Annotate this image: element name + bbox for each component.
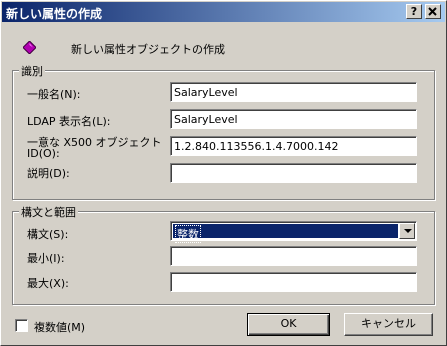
chevron-down-icon[interactable] [399, 223, 415, 239]
close-button[interactable] [425, 4, 441, 19]
minimum-field[interactable] [170, 246, 417, 266]
description-label: 説明(D): [27, 167, 70, 180]
close-icon [428, 7, 437, 16]
multivalued-checkbox[interactable] [15, 319, 28, 332]
title-bar[interactable]: 新しい属性の作成 ? [2, 2, 445, 22]
attribute-object-icon [23, 41, 36, 54]
dialog-title: 新しい属性の作成 [6, 7, 103, 21]
common-name-value: SalaryLevel [174, 86, 238, 99]
minimum-label: 最小(I): [27, 252, 65, 265]
maximum-label: 最大(X): [27, 277, 69, 290]
ok-button[interactable]: OK [247, 313, 330, 336]
create-attribute-dialog: 新しい属性の作成 ? 新しい属性オブジェクトの作成 識別 一般名(N): Sal… [0, 0, 447, 346]
multivalued-label[interactable]: 複数値(M) [34, 319, 85, 335]
oid-field[interactable]: 1.2.840.113556.1.4.7000.142 [170, 136, 417, 156]
syntax-range-group-title: 構文と範囲 [19, 204, 78, 220]
help-button[interactable]: ? [406, 4, 422, 19]
syntax-value: 整数 [175, 225, 201, 243]
header-text: 新しい属性オブジェクトの作成 [71, 43, 225, 56]
identification-group-title: 識別 [19, 63, 45, 79]
maximum-field[interactable] [170, 272, 417, 292]
syntax-label: 構文(S): [27, 228, 69, 241]
cancel-button[interactable]: キャンセル [344, 313, 433, 336]
description-field[interactable] [170, 163, 417, 183]
oid-label-line2: ID(O): [27, 147, 60, 160]
ldap-name-label: LDAP 表示名(L): [27, 115, 111, 128]
oid-value: 1.2.840.113556.1.4.7000.142 [174, 140, 339, 153]
ldap-name-value: SalaryLevel [174, 113, 238, 126]
syntax-selected: 整数 [173, 224, 398, 243]
common-name-label: 一般名(N): [27, 88, 81, 101]
syntax-combobox[interactable]: 整数 [170, 221, 417, 243]
common-name-field[interactable]: SalaryLevel [170, 82, 417, 102]
ldap-name-field[interactable]: SalaryLevel [170, 109, 417, 129]
